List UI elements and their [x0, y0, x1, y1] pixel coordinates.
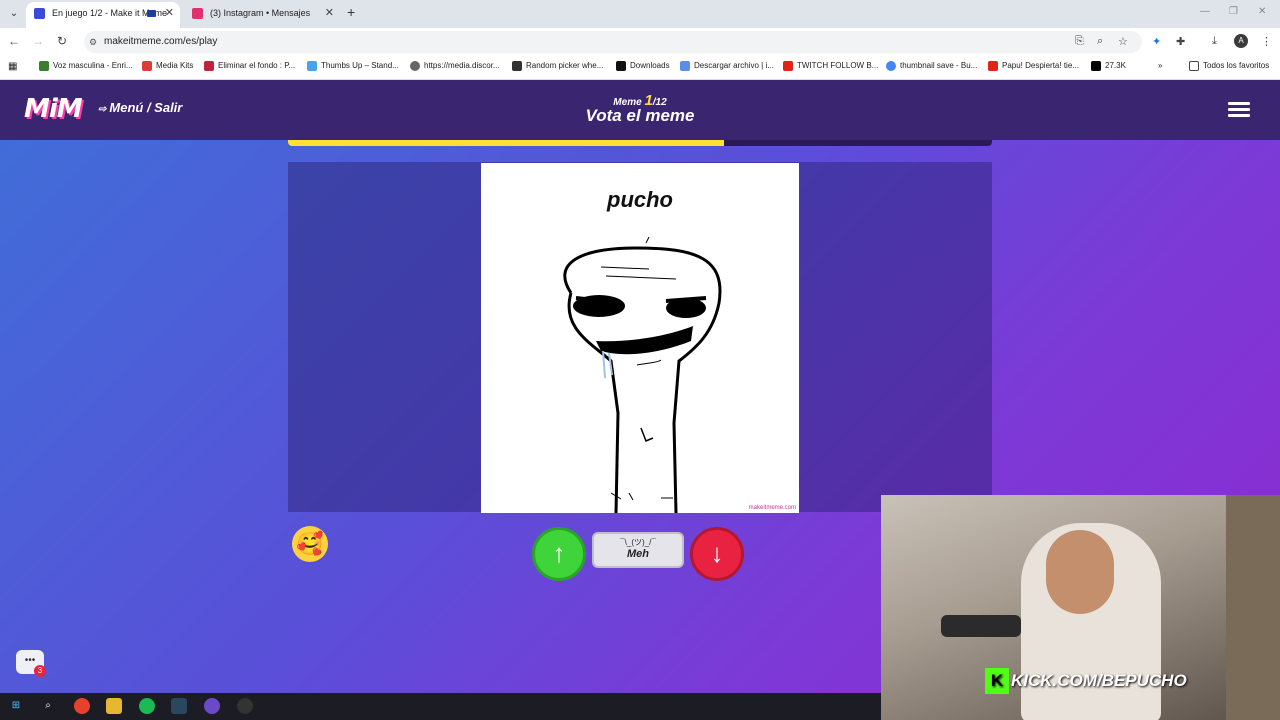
- tab-instagram[interactable]: (3) Instagram • Mensajes ✕: [184, 2, 340, 28]
- extensions-puzzle-icon[interactable]: ✚: [1176, 35, 1185, 48]
- browser-tab-bar: ⌄ En juego 1/2 - Make it Meme ✕ (3) Inst…: [0, 0, 1280, 28]
- tab-make-it-meme[interactable]: En juego 1/2 - Make it Meme ✕: [26, 2, 180, 28]
- shrug-label: ¯\_(ツ)_/¯: [620, 538, 656, 547]
- site-info-icon[interactable]: ⚙: [89, 37, 99, 47]
- more-bookmarks-icon[interactable]: »: [1158, 61, 1162, 70]
- bookmark-item[interactable]: https://media.discor...: [410, 61, 500, 71]
- instagram-favicon-icon: [192, 8, 203, 19]
- url-field[interactable]: ⚙ makeitmeme.com/es/play: [84, 31, 1142, 53]
- bookmark-favicon-icon: [39, 61, 49, 71]
- folder-icon: [1189, 61, 1199, 71]
- zoom-icon[interactable]: ⌕: [1097, 35, 1103, 48]
- meh-label: Meh: [627, 548, 649, 560]
- bookmark-favicon-icon: [680, 61, 690, 71]
- vote-down-button[interactable]: ↓: [690, 527, 744, 581]
- close-tab-icon[interactable]: ✕: [325, 2, 334, 24]
- bookmarks-bar: ▦ Voz masculina - Enri... Media Kits Eli…: [0, 56, 1280, 80]
- round-progress-fill: [288, 140, 725, 146]
- chrome-icon[interactable]: [74, 698, 90, 714]
- more-menu-icon[interactable]: ⋮: [1261, 35, 1272, 48]
- game-header: MiM ⇨ Menú / Salir Meme 1/12 Vota el meme: [0, 80, 1280, 140]
- obs-icon[interactable]: [237, 698, 253, 714]
- bookmark-item[interactable]: Random picker whe...: [512, 61, 603, 71]
- bookmark-favicon-icon: [307, 61, 317, 71]
- bookmark-favicon-icon: [204, 61, 214, 71]
- steam-icon[interactable]: [171, 698, 187, 714]
- url-text: makeitmeme.com/es/play: [104, 36, 218, 47]
- vote-meh-button[interactable]: ¯\_(ツ)_/¯ Meh: [592, 532, 684, 568]
- google-icon: [886, 61, 896, 71]
- forward-icon[interactable]: →: [30, 34, 46, 48]
- meme-watermark: makeitmeme.com: [748, 505, 796, 511]
- cast-icon: [147, 10, 156, 17]
- bookmark-item[interactable]: Descargar archivo | i...: [680, 61, 774, 71]
- all-bookmarks-folder[interactable]: Todos los favoritos: [1189, 61, 1269, 71]
- tab-title: (3) Instagram • Mensajes: [210, 8, 311, 18]
- maximize-icon[interactable]: ❐: [1229, 6, 1238, 17]
- tab-search-icon[interactable]: ⌄: [6, 6, 22, 22]
- spotify-icon[interactable]: [139, 698, 155, 714]
- tiktok-icon: [1091, 61, 1101, 71]
- meme-card: pucho makeitmeme.com: [481, 163, 799, 513]
- microphone-icon: [941, 615, 1021, 637]
- extension-icon[interactable]: ✦: [1152, 35, 1161, 48]
- close-tab-icon[interactable]: ✕: [165, 2, 174, 24]
- apps-grid-icon[interactable]: ▦: [8, 61, 17, 72]
- vote-up-button[interactable]: ↑: [532, 527, 586, 581]
- windows-taskbar: ⊞ ⌕: [0, 693, 881, 720]
- bookmark-star-icon[interactable]: ☆: [1118, 35, 1128, 48]
- meme-drawing: [563, 236, 722, 513]
- search-icon[interactable]: ⌕: [40, 698, 56, 714]
- minimize-icon[interactable]: —: [1200, 6, 1210, 17]
- reload-icon[interactable]: ↻: [54, 34, 70, 48]
- globe-icon: [410, 61, 420, 71]
- bookmark-item[interactable]: Papu! Despierta! tie...: [988, 61, 1079, 71]
- webcam-head: [1046, 530, 1114, 614]
- bookmark-item[interactable]: Eliminar el fondo : P...: [204, 61, 295, 71]
- kick-channel-tag: K KICK.COM/BEPUCHO: [985, 668, 1187, 696]
- reaction-emoji-button[interactable]: 🥰: [292, 526, 328, 562]
- windows-start-icon[interactable]: ⊞: [8, 698, 24, 714]
- bookmark-item[interactable]: Media Kits: [142, 61, 193, 71]
- page-title: Vota el meme: [585, 106, 695, 125]
- app-icon[interactable]: [204, 698, 220, 714]
- kick-url: KICK.COM/BEPUCHO: [1011, 671, 1187, 690]
- bookmark-favicon-icon: [142, 61, 152, 71]
- download-icon[interactable]: ⤓: [1212, 35, 1217, 48]
- exit-icon: ⇨: [98, 104, 107, 115]
- menu-exit-link[interactable]: ⇨ Menú / Salir: [98, 100, 182, 115]
- back-icon[interactable]: ←: [6, 34, 22, 48]
- make-it-meme-favicon-icon: [34, 8, 45, 19]
- install-app-icon[interactable]: ⎘: [1075, 35, 1084, 48]
- kick-logo-icon: K: [985, 668, 1009, 694]
- youtube-icon: [988, 61, 998, 71]
- round-progress-bar: [288, 140, 992, 146]
- file-explorer-icon[interactable]: [106, 698, 122, 714]
- youtube-icon: [783, 61, 793, 71]
- webcam-bookshelf: [1226, 495, 1280, 720]
- hamburger-menu-icon[interactable]: [1228, 102, 1250, 120]
- new-tab-button[interactable]: +: [347, 4, 355, 20]
- close-window-icon[interactable]: ✕: [1258, 6, 1266, 17]
- bookmark-item[interactable]: 27.3K: [1091, 61, 1126, 71]
- mim-logo[interactable]: MiM: [24, 94, 83, 124]
- bookmark-favicon-icon: [616, 61, 626, 71]
- bookmark-item[interactable]: TWITCH FOLLOW B...: [783, 61, 878, 71]
- bookmark-item[interactable]: Voz masculina - Enri...: [39, 61, 133, 71]
- bookmark-favicon-icon: [512, 61, 522, 71]
- chat-unread-badge: 3: [34, 665, 46, 677]
- address-toolbar: ← → ↻ ⚙ makeitmeme.com/es/play ⎘ ⌕ ☆ ✦ ✚…: [0, 28, 1280, 56]
- bookmark-item[interactable]: Thumbs Up – Stand...: [307, 61, 399, 71]
- menu-exit-label: Menú / Salir: [109, 100, 183, 115]
- profile-avatar[interactable]: A: [1234, 34, 1248, 48]
- bookmark-item[interactable]: Downloads: [616, 61, 670, 71]
- bookmark-item[interactable]: thumbnail save - Bu...: [886, 61, 977, 71]
